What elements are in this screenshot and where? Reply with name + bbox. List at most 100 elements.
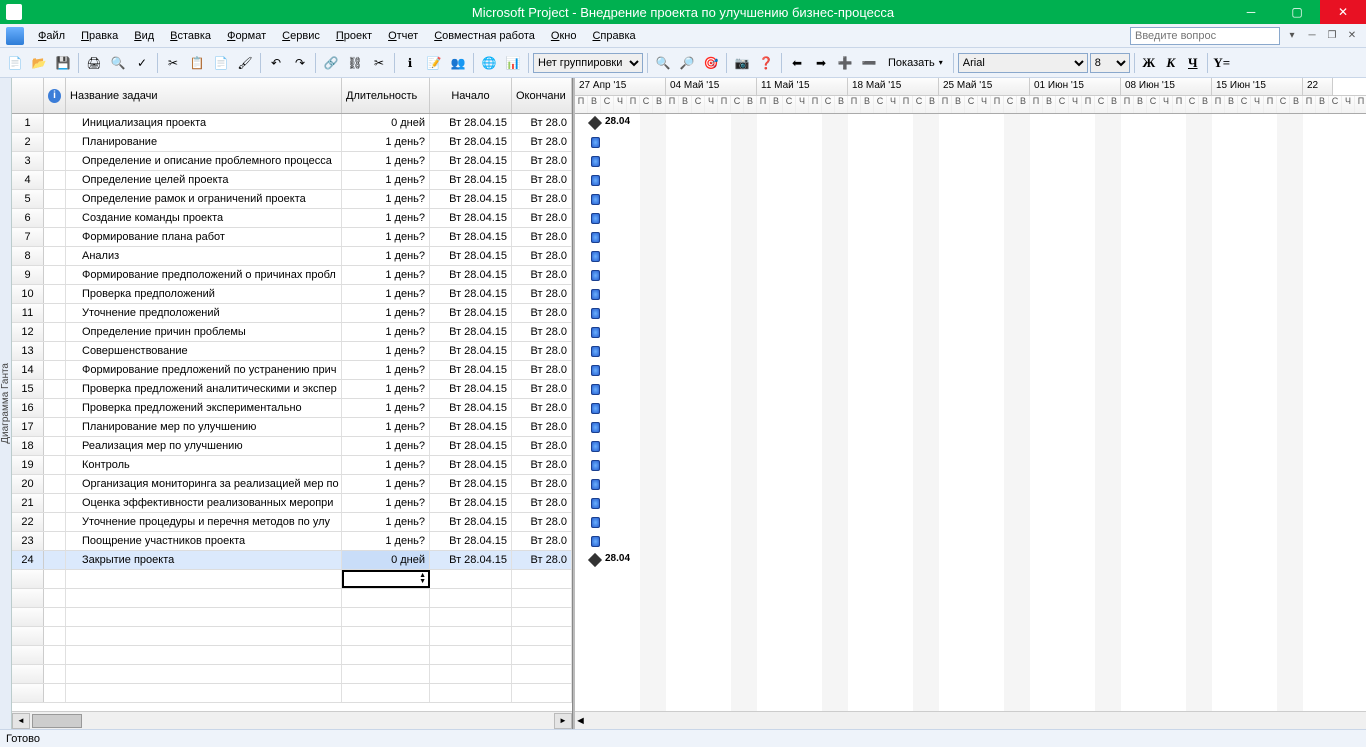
menu-правка[interactable]: Правка [73,28,126,44]
task-name-cell[interactable]: Уточнение предположений [66,304,342,322]
header-finish[interactable]: Окончани [512,78,572,113]
start-cell[interactable]: Вт 28.04.15 [430,380,512,398]
duration-cell[interactable]: 1 день? [342,228,430,246]
task-bar[interactable] [591,384,600,395]
cut-icon[interactable]: ✂ [162,52,184,74]
milestone-icon[interactable] [588,553,602,567]
task-row[interactable]: 16 Проверка предложений экспериментально… [12,399,572,418]
menu-вставка[interactable]: Вставка [162,28,219,44]
menu-справка[interactable]: Справка [584,28,643,44]
row-number[interactable]: 14 [12,361,44,379]
start-cell[interactable]: Вт 28.04.15 [430,266,512,284]
task-row[interactable]: 7 Формирование плана работ 1 день? Вт 28… [12,228,572,247]
format-painter-icon[interactable]: 🖌 [234,52,256,74]
finish-cell[interactable]: Вт 28.0 [512,285,572,303]
task-name-cell[interactable]: Формирование плана работ [66,228,342,246]
duration-cell[interactable]: 1 день? [342,266,430,284]
mdi-minimize-icon[interactable]: ─ [1304,28,1320,44]
task-row[interactable]: 13 Совершенствование 1 день? Вт 28.04.15… [12,342,572,361]
view-tab[interactable]: Диаграмма Ганта [0,78,12,729]
bold-button[interactable]: Ж [1139,53,1159,73]
task-row[interactable]: 4 Определение целей проекта 1 день? Вт 2… [12,171,572,190]
finish-cell[interactable]: Вт 28.0 [512,304,572,322]
start-cell[interactable]: Вт 28.04.15 [430,323,512,341]
task-row[interactable]: 24 Закрытие проекта 0 дней Вт 28.04.15 В… [12,551,572,570]
task-bar[interactable] [591,232,600,243]
task-name-cell[interactable]: Реализация мер по улучшению [66,437,342,455]
menu-сервис[interactable]: Сервис [274,28,328,44]
task-name-cell[interactable]: Определение причин проблемы [66,323,342,341]
task-name-cell[interactable]: Инициализация проекта [66,114,342,132]
duration-cell[interactable]: 1 день? [342,323,430,341]
help-icon[interactable]: ❓ [755,52,777,74]
finish-cell[interactable]: Вт 28.0 [512,437,572,455]
finish-cell[interactable]: Вт 28.0 [512,171,572,189]
task-info-icon[interactable]: ℹ [399,52,421,74]
task-row[interactable]: 1 Инициализация проекта 0 дней Вт 28.04.… [12,114,572,133]
print-icon[interactable]: 🖨 [83,52,105,74]
duration-cell[interactable]: 1 день? [342,437,430,455]
save-icon[interactable]: 💾 [52,52,74,74]
start-cell[interactable]: Вт 28.04.15 [430,285,512,303]
header-indicator[interactable]: i [44,78,66,113]
duration-cell[interactable]: 1 день? [342,304,430,322]
task-name-cell[interactable]: Контроль [66,456,342,474]
row-number[interactable]: 17 [12,418,44,436]
task-bar[interactable] [591,137,600,148]
duration-cell[interactable]: 1 день? [342,171,430,189]
task-row[interactable]: 11 Уточнение предположений 1 день? Вт 28… [12,304,572,323]
row-number[interactable]: 10 [12,285,44,303]
task-name-cell[interactable]: Проверка предположений [66,285,342,303]
open-icon[interactable]: 📂 [28,52,50,74]
notes-icon[interactable]: 📝 [423,52,445,74]
header-duration[interactable]: Длительность [342,78,430,113]
finish-cell[interactable]: Вт 28.0 [512,361,572,379]
hide-subtasks-icon[interactable]: ➖ [858,52,880,74]
menu-файл[interactable]: Файл [30,28,73,44]
scroll-right-icon[interactable]: ► [554,713,572,729]
task-name-cell[interactable]: Формирование предположений о причинах пр… [66,266,342,284]
row-number[interactable]: 7 [12,228,44,246]
task-bar[interactable] [591,422,600,433]
start-cell[interactable]: Вт 28.04.15 [430,209,512,227]
finish-cell[interactable]: Вт 28.0 [512,456,572,474]
task-name-cell[interactable]: Организация мониторинга за реализацией м… [66,475,342,493]
paste-icon[interactable]: 📄 [210,52,232,74]
start-cell[interactable]: Вт 28.04.15 [430,513,512,531]
start-cell[interactable]: Вт 28.04.15 [430,152,512,170]
duration-cell[interactable]: 1 день? [342,133,430,151]
duration-cell[interactable]: 1 день? [342,475,430,493]
row-number[interactable]: 13 [12,342,44,360]
menu-вид[interactable]: Вид [126,28,162,44]
indent-icon[interactable]: ➡ [810,52,832,74]
start-cell[interactable]: Вт 28.04.15 [430,228,512,246]
task-bar[interactable] [591,441,600,452]
gantt-scroll-left-icon[interactable]: ◄ [575,715,586,727]
duration-cell[interactable]: 1 день? [342,380,430,398]
task-row[interactable]: 20 Организация мониторинга за реализацие… [12,475,572,494]
task-name-cell[interactable]: Оценка эффективности реализованных мероп… [66,494,342,512]
task-row[interactable]: 2 Планирование 1 день? Вт 28.04.15 Вт 28… [12,133,572,152]
task-name-cell[interactable]: Формирование предложений по устранению п… [66,361,342,379]
finish-cell[interactable]: Вт 28.0 [512,247,572,265]
finish-cell[interactable]: Вт 28.0 [512,399,572,417]
row-number[interactable]: 22 [12,513,44,531]
system-menu-icon[interactable] [6,27,24,45]
menu-совместная работа[interactable]: Совместная работа [426,28,543,44]
task-name-cell[interactable]: Закрытие проекта [66,551,342,569]
task-bar[interactable] [591,346,600,357]
finish-cell[interactable]: Вт 28.0 [512,114,572,132]
task-row[interactable]: 10 Проверка предположений 1 день? Вт 28.… [12,285,572,304]
duration-cell[interactable]: 1 день? [342,152,430,170]
finish-cell[interactable]: Вт 28.0 [512,551,572,569]
row-number[interactable]: 12 [12,323,44,341]
start-cell[interactable]: Вт 28.04.15 [430,342,512,360]
duration-cell[interactable]: 1 день? [342,532,430,550]
task-row[interactable]: 19 Контроль 1 день? Вт 28.04.15 Вт 28.0 [12,456,572,475]
task-name-cell[interactable]: Поощрение участников проекта [66,532,342,550]
goto-selected-icon[interactable]: 🎯 [700,52,722,74]
task-name-cell[interactable]: Проверка предложений экспериментально [66,399,342,417]
task-bar[interactable] [591,479,600,490]
row-number[interactable]: 6 [12,209,44,227]
spellcheck-icon[interactable]: ✓ [131,52,153,74]
